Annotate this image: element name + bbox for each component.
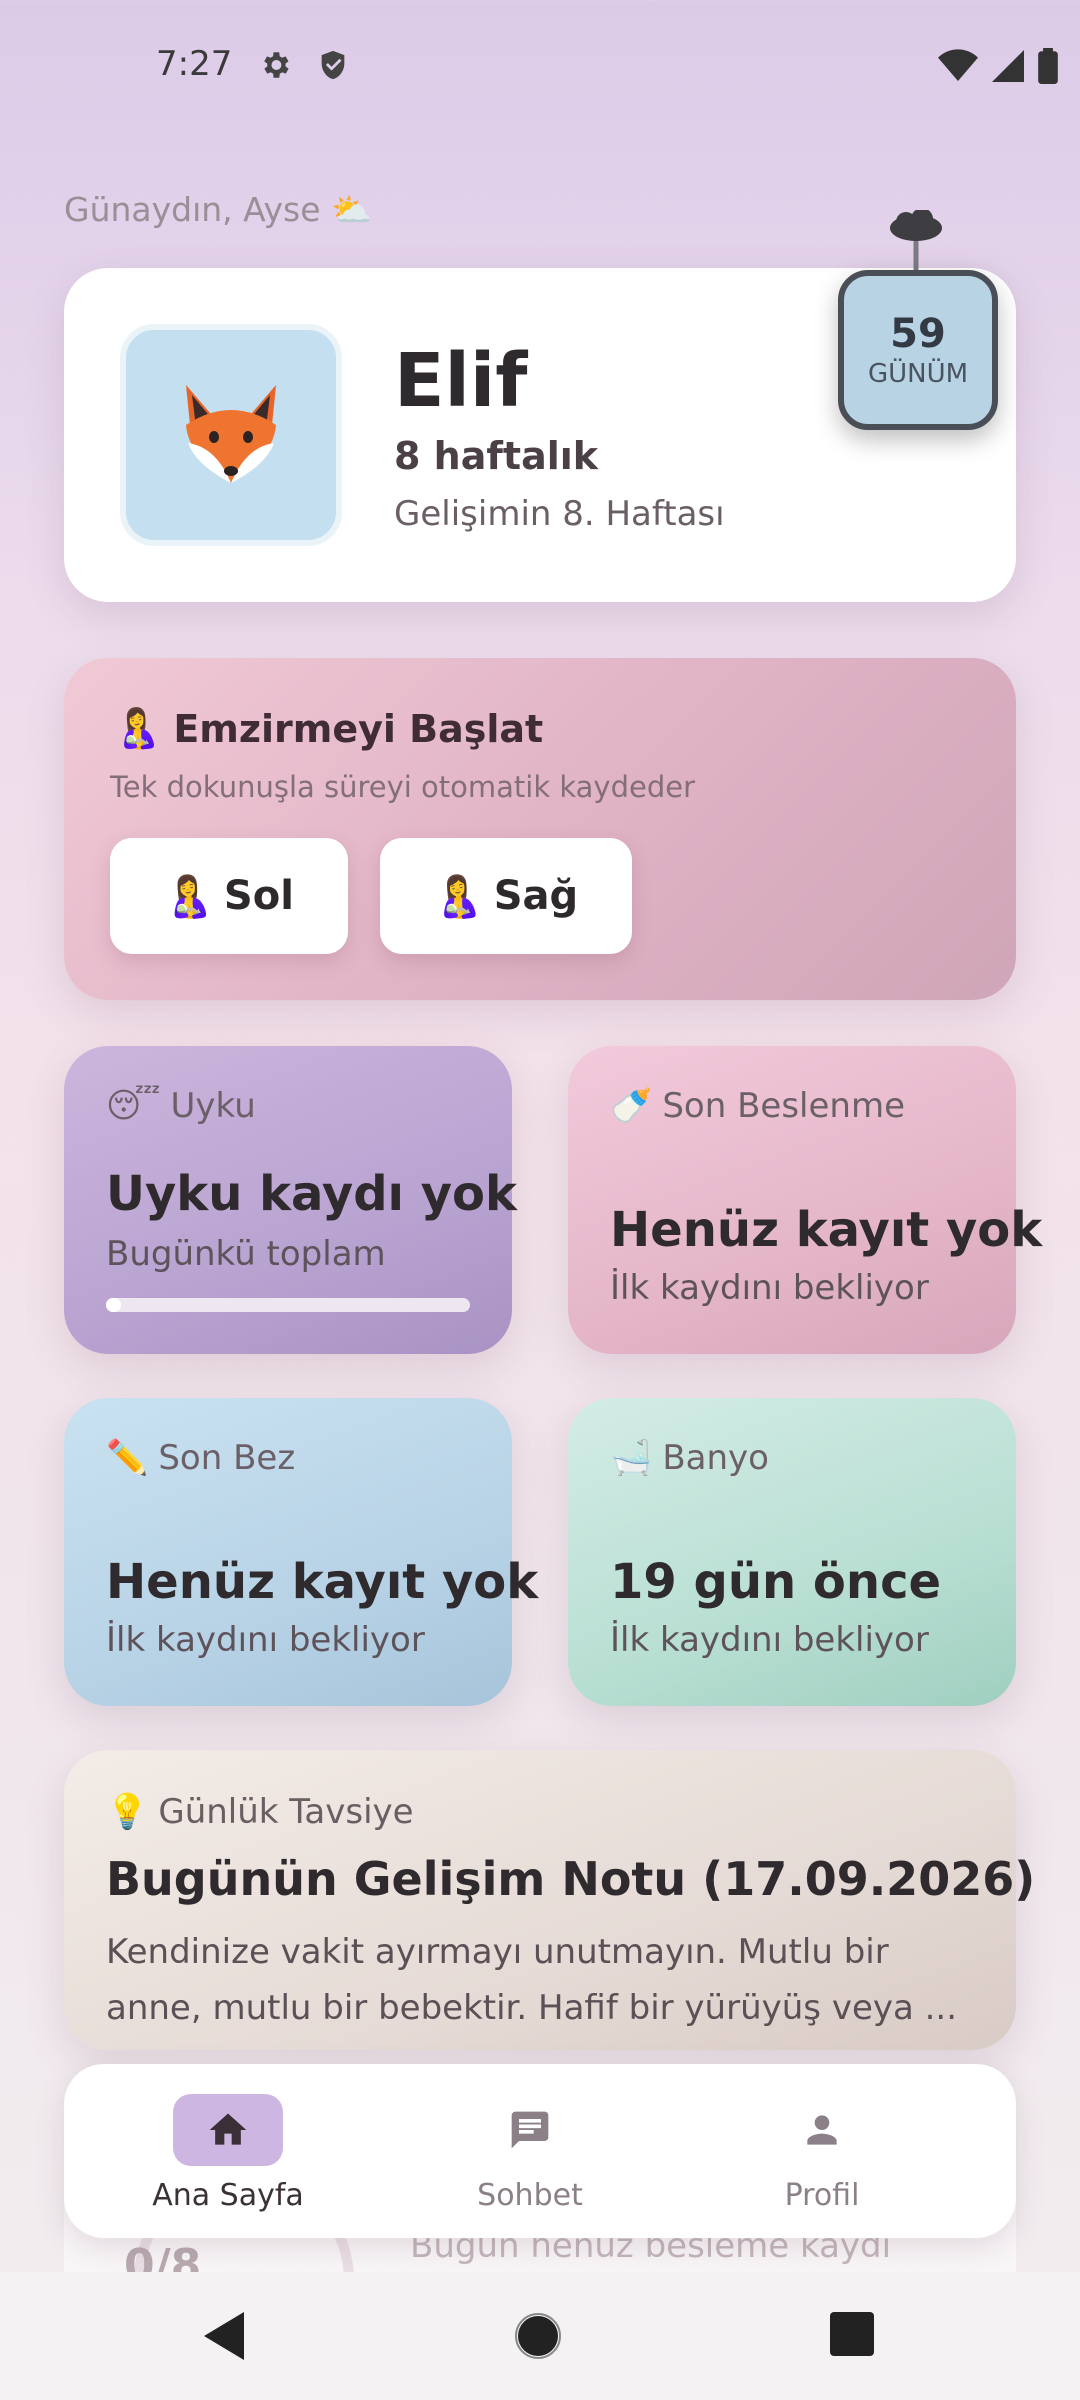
tab-home[interactable]: Ana Sayfa <box>118 2094 338 2213</box>
sleep-progress-bar <box>106 1298 470 1312</box>
last-feeding-label-text: Son Beslenme <box>662 1086 905 1126</box>
signal-icon <box>992 50 1024 82</box>
breastfeeding-subtitle: Tek dokunuşla süreyi otomatik kaydeder <box>110 770 695 804</box>
last-feeding-card[interactable]: 🍼 Son Beslenme Henüz kayıt yok İlk kaydı… <box>568 1046 1042 1354</box>
settings-icon <box>264 52 289 78</box>
bath-label: 🛁 Banyo <box>610 1438 769 1478</box>
daily-tip-card[interactable]: 💡 Günlük Tavsiye Bugünün Gelişim Notu (1… <box>64 1750 1035 2050</box>
day-label: GÜNÜM <box>867 359 969 389</box>
sleep-progress-fill <box>106 1298 121 1312</box>
status-time: 7:27 <box>156 44 233 84</box>
diaper-card[interactable]: ✏️ Son Bez Henüz kayıt yok İlk kaydını b… <box>64 1398 538 1706</box>
profile-tab-indicator <box>767 2094 877 2166</box>
right-side-label: Sağ <box>493 873 579 919</box>
tip-body: Kendinize vakit ayırmayı unutmayın. Mutl… <box>106 1932 958 2028</box>
sleep-status: Uyku kaydı yok <box>106 1166 517 1222</box>
diaper-status: Henüz kayıt yok <box>106 1554 539 1610</box>
home-icon <box>209 2113 247 2145</box>
right-side-button[interactable]: 🤱 Sağ <box>380 838 632 954</box>
back-icon[interactable] <box>204 2312 248 2360</box>
tip-label-text: Günlük Tavsiye <box>158 1792 414 1832</box>
chat-icon <box>511 2111 549 2149</box>
bath-status: 19 gün önce <box>610 1554 942 1610</box>
status-bar: 7:27 <box>0 0 1080 130</box>
tab-home-label: Ana Sayfa <box>152 2178 304 2213</box>
breastfeeding-icon: 🤱 <box>114 706 162 750</box>
bath-card[interactable]: 🛁 Banyo 19 gün önce İlk kaydını bekliyor <box>568 1398 1016 1706</box>
last-feeding-subtitle: İlk kaydını bekliyor <box>610 1268 929 1308</box>
home-button-icon[interactable] <box>514 2312 562 2360</box>
day-count-badge[interactable]: 59 GÜNÜM <box>838 270 998 430</box>
shield-icon <box>321 50 345 80</box>
baby-age: 8 haftalık <box>394 434 599 478</box>
diaper-label-text: Son Bez <box>158 1438 296 1478</box>
day-count: 59 <box>890 311 946 357</box>
sleep-card[interactable]: 😴 Uyku Uyku kaydı yok Bugünkü toplam <box>64 1046 517 1354</box>
tip-label: 💡 Günlük Tavsiye <box>106 1792 414 1832</box>
wifi-icon <box>938 49 978 81</box>
tab-chat[interactable]: Sohbet <box>420 2094 640 2213</box>
left-side-button[interactable]: 🤱 Sol <box>110 838 348 954</box>
last-feeding-status: Henüz kayıt yok <box>610 1202 1043 1258</box>
bath-label-text: Banyo <box>662 1438 769 1478</box>
baby-name: Elif <box>394 338 528 424</box>
avatar[interactable] <box>120 324 342 546</box>
bath-subtitle: İlk kaydını bekliyor <box>610 1620 929 1660</box>
breastfeeding-title: 🤱 Emzirmeyi Başlat <box>114 706 543 751</box>
chat-tab-indicator <box>475 2094 585 2166</box>
tab-profile-label: Profil <box>784 2178 860 2213</box>
diaper-label: ✏️ Son Bez <box>106 1438 295 1478</box>
sleep-subtitle: Bugünkü toplam <box>106 1234 386 1274</box>
last-feeding-label: 🍼 Son Beslenme <box>610 1086 905 1126</box>
pencil-icon: ✏️ <box>106 1438 149 1478</box>
recents-icon[interactable] <box>830 2312 874 2356</box>
system-navigation-bar <box>0 2272 1080 2400</box>
sleep-label-text: Uyku <box>170 1086 256 1126</box>
breastfeeding-left-icon: 🤱 <box>164 873 214 920</box>
battery-icon <box>1038 48 1058 84</box>
diaper-subtitle: İlk kaydını bekliyor <box>106 1620 425 1660</box>
lightbulb-icon: 💡 <box>106 1792 149 1832</box>
tab-profile[interactable]: Profil <box>722 2094 922 2213</box>
status-indicators <box>938 48 1058 84</box>
bathtub-icon: 🛁 <box>610 1438 653 1478</box>
bottom-tab-bar: Ana Sayfa Sohbet Profil <box>64 2064 1016 2238</box>
person-icon <box>807 2115 837 2145</box>
sleep-icon: 😴 <box>106 1086 161 1126</box>
cloud-icon <box>890 210 942 272</box>
greeting-text: Günaydın, Ayse ⛅ <box>64 190 373 229</box>
bottle-icon: 🍼 <box>610 1086 653 1126</box>
tip-title: Bugünün Gelişim Notu (17.09.2026) <box>106 1852 1036 1906</box>
breastfeeding-title-text: Emzirmeyi Başlat <box>173 706 544 751</box>
breastfeeding-card: 🤱 Emzirmeyi Başlat Tek dokunuşla süreyi … <box>64 658 1016 1000</box>
sleep-label: 😴 Uyku <box>106 1086 256 1126</box>
home-tab-indicator <box>173 2094 283 2166</box>
fox-icon <box>186 385 276 483</box>
breastfeeding-right-icon: 🤱 <box>433 873 484 920</box>
left-side-label: Sol <box>223 873 294 919</box>
tab-chat-label: Sohbet <box>477 2178 583 2213</box>
development-week: Gelişimin 8. Haftası <box>394 494 725 534</box>
